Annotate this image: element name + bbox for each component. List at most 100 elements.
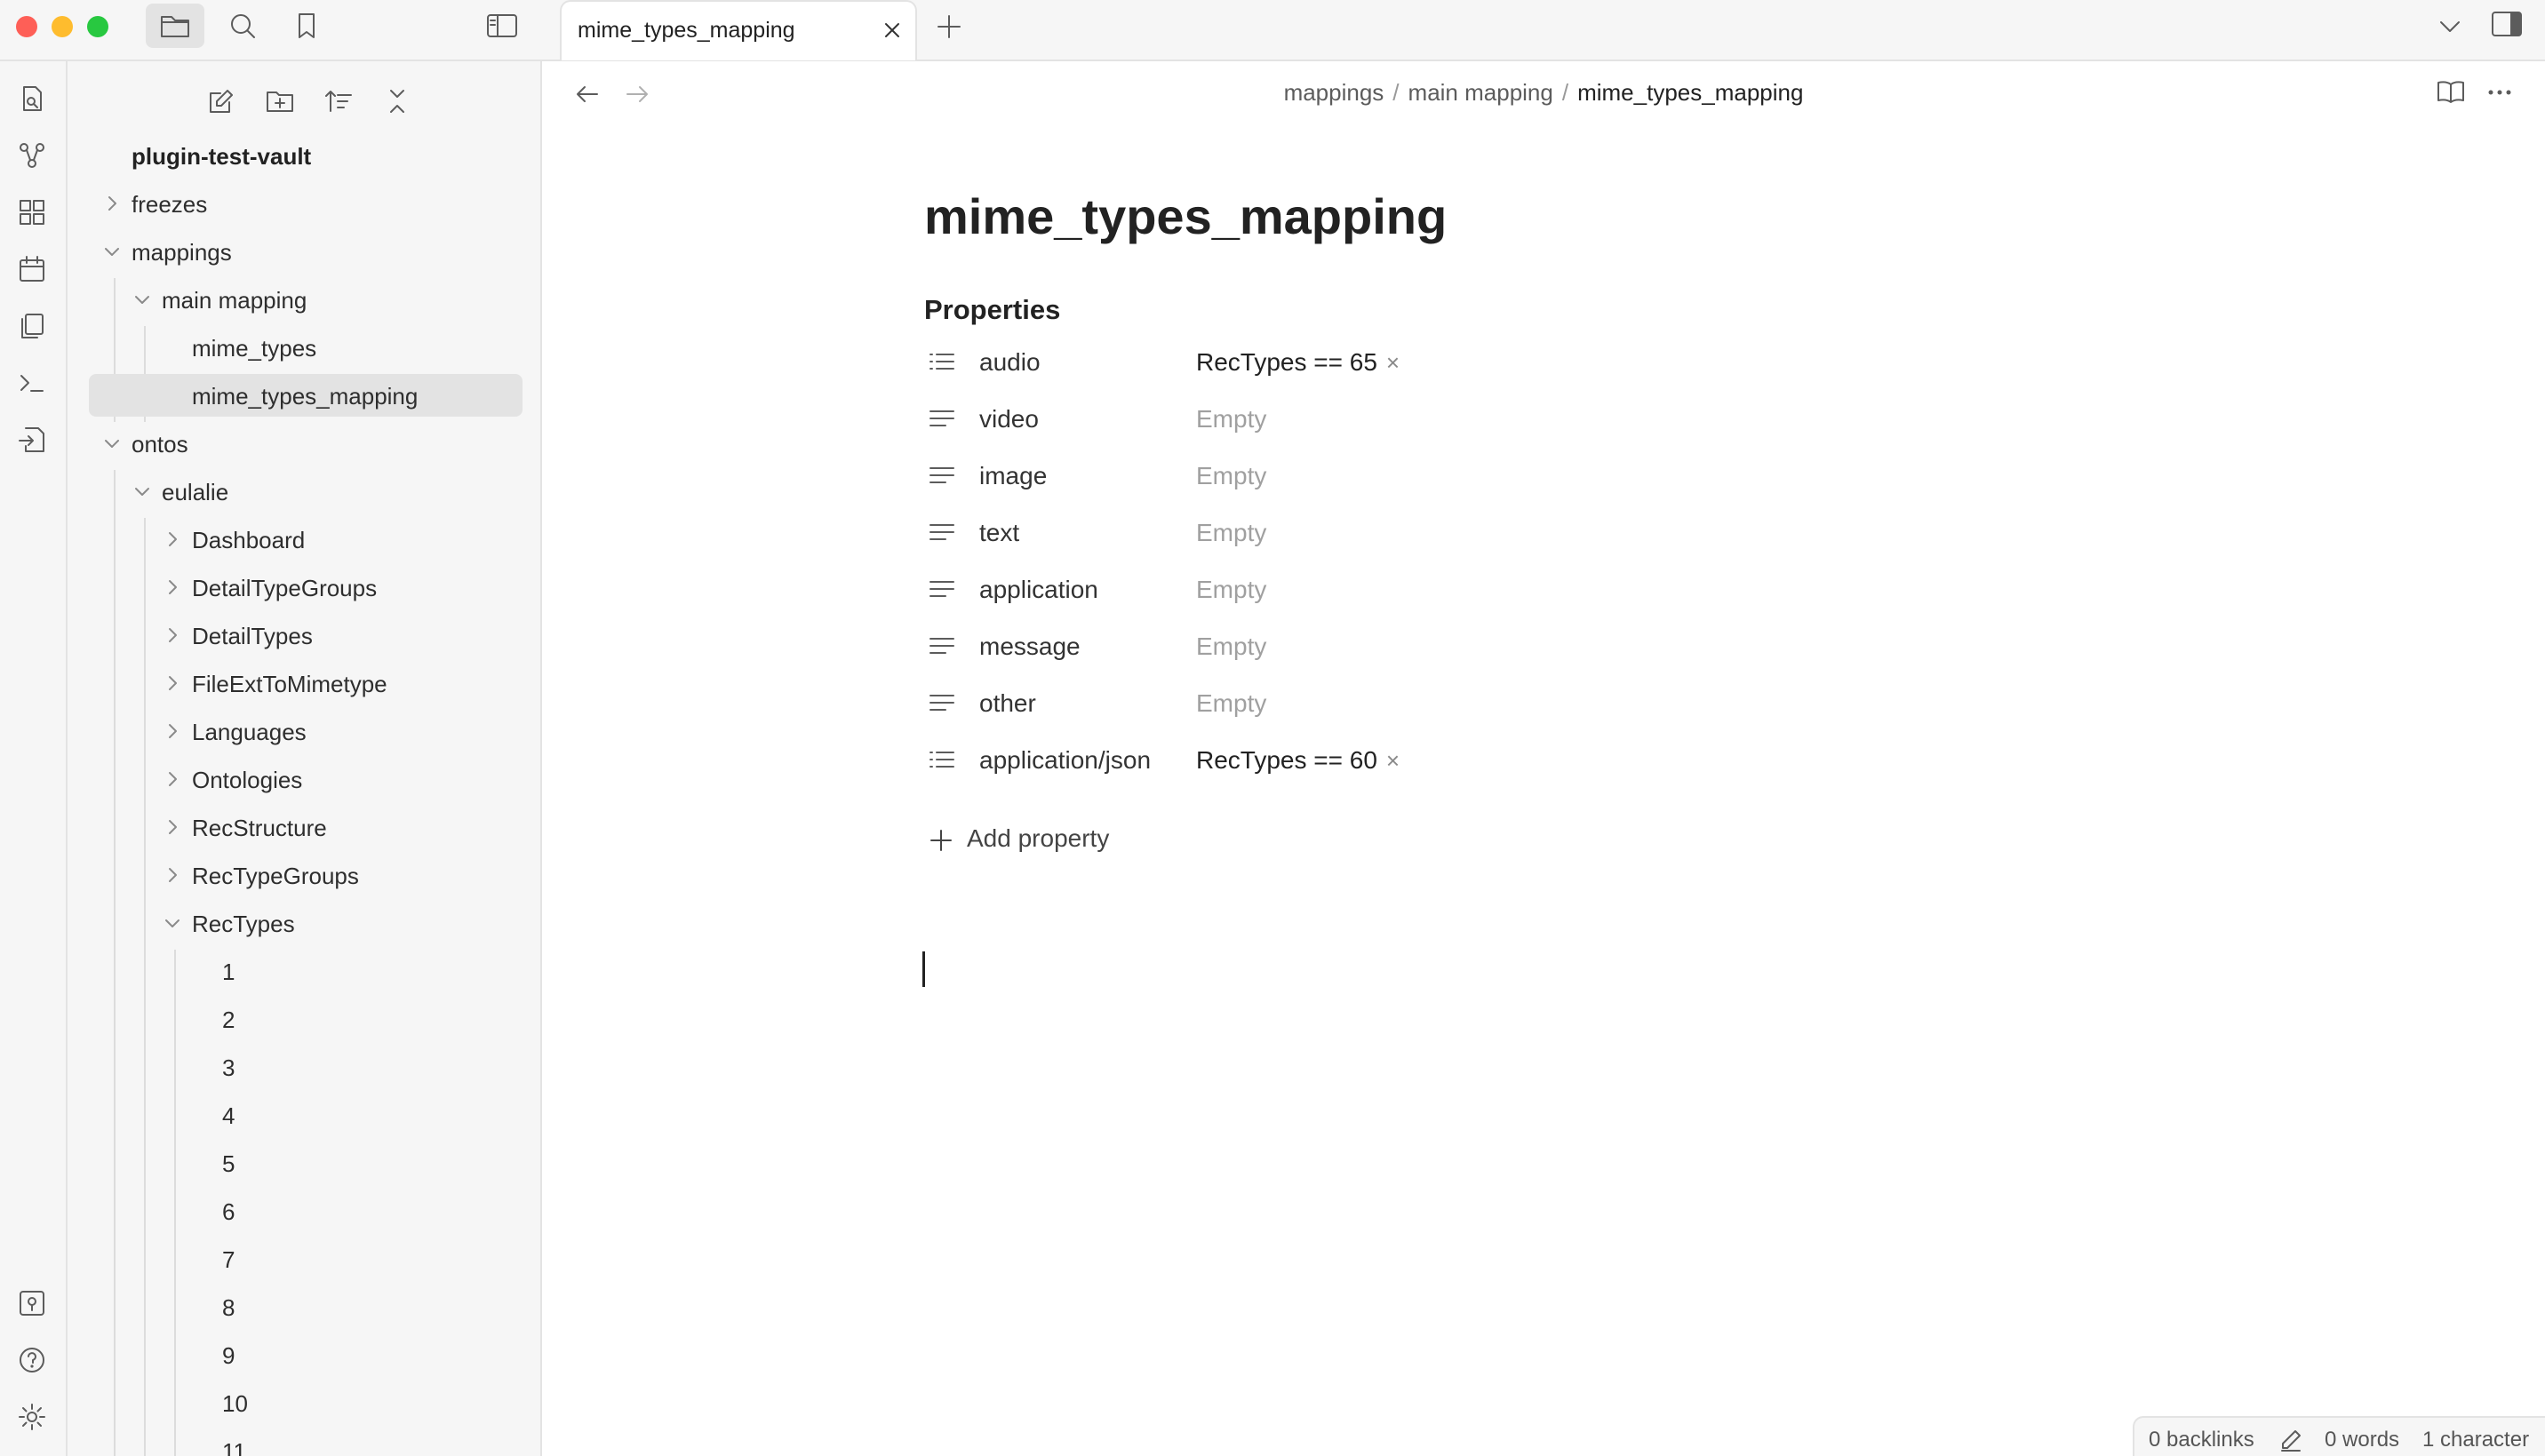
tree-folder[interactable]: FileExtToMimetype [68, 662, 540, 704]
tree-file[interactable]: 7 [68, 1237, 540, 1280]
tree-file[interactable]: 4 [68, 1094, 540, 1136]
tree-folder[interactable]: main mapping [68, 278, 540, 321]
window-maximize-button[interactable] [87, 16, 108, 37]
files-view-button[interactable] [146, 4, 204, 48]
list-property-icon[interactable] [928, 349, 956, 374]
property-value-empty[interactable]: Empty [1196, 405, 1266, 434]
property-row[interactable]: video Empty [924, 394, 1546, 443]
chevron-right-icon[interactable] [162, 529, 183, 550]
chevron-right-icon[interactable] [162, 768, 183, 790]
tree-folder[interactable]: freezes [68, 182, 540, 225]
chevron-right-icon[interactable] [162, 816, 183, 838]
tree-file[interactable]: 2 [68, 998, 540, 1040]
property-key[interactable]: audio [979, 348, 1041, 377]
ribbon-templates[interactable] [12, 306, 52, 346]
property-value-pill[interactable]: RecTypes == 60 × [1196, 746, 1400, 775]
property-key[interactable]: application/json [979, 746, 1151, 775]
vault-name[interactable]: plugin-test-vault [132, 143, 311, 171]
toggle-right-sidebar-button[interactable] [2490, 9, 2524, 39]
property-row[interactable]: audio RecTypes == 65 × [924, 337, 1546, 386]
remove-value-button[interactable]: × [1386, 747, 1400, 775]
window-minimize-button[interactable] [52, 16, 73, 37]
property-row[interactable]: application/json RecTypes == 60 × [924, 735, 1546, 784]
ribbon-help[interactable] [12, 1341, 52, 1380]
property-value-empty[interactable]: Empty [1196, 689, 1266, 718]
property-key[interactable]: image [979, 462, 1047, 490]
ribbon-vault-switcher[interactable] [12, 1284, 52, 1323]
tree-folder[interactable]: RecStructure [68, 806, 540, 848]
property-value-empty[interactable]: Empty [1196, 519, 1266, 547]
breadcrumb-item[interactable]: main mapping [1408, 79, 1553, 106]
change-sort-order-button[interactable] [318, 81, 359, 122]
chevron-right-icon[interactable] [162, 625, 183, 646]
text-property-icon[interactable] [928, 406, 956, 431]
tree-folder[interactable]: ontos [68, 422, 540, 465]
chevron-right-icon[interactable] [101, 193, 123, 214]
tree-folder[interactable]: Languages [68, 710, 540, 752]
properties-heading[interactable]: Properties [924, 294, 1060, 326]
property-key[interactable]: text [979, 519, 1019, 547]
tree-file[interactable]: 9 [68, 1333, 540, 1376]
property-value-empty[interactable]: Empty [1196, 633, 1266, 661]
tree-file[interactable]: 10 [68, 1381, 540, 1424]
more-options-button[interactable] [2485, 77, 2515, 107]
text-property-icon[interactable] [928, 690, 956, 715]
new-tab-button[interactable] [933, 11, 965, 43]
property-value-pill[interactable]: RecTypes == 65 × [1196, 348, 1400, 377]
tree-file[interactable]: 1 [68, 950, 540, 992]
tree-file[interactable]: 11 [68, 1429, 540, 1456]
tree-file[interactable]: 5 [68, 1142, 540, 1184]
ribbon-command-palette[interactable] [12, 363, 52, 402]
chevron-down-icon[interactable] [132, 289, 153, 310]
chevron-down-icon[interactable] [101, 241, 123, 262]
tree-file[interactable]: 8 [68, 1285, 540, 1328]
ribbon-import[interactable] [12, 420, 52, 459]
add-property-button[interactable]: Add property [928, 816, 1159, 861]
tree-file[interactable]: 3 [68, 1046, 540, 1088]
text-property-icon[interactable] [928, 520, 956, 545]
chevron-right-icon[interactable] [162, 720, 183, 742]
tree-folder[interactable]: eulalie [68, 470, 540, 513]
text-property-icon[interactable] [928, 577, 956, 601]
tree-folder[interactable]: Ontologies [68, 758, 540, 800]
tree-folder[interactable]: RecTypeGroups [68, 854, 540, 896]
window-close-button[interactable] [16, 16, 37, 37]
text-property-icon[interactable] [928, 633, 956, 658]
bookmarks-view-button[interactable] [277, 4, 336, 48]
chevron-down-icon[interactable] [162, 912, 183, 934]
toggle-left-sidebar-button[interactable] [473, 4, 531, 48]
property-value-empty[interactable]: Empty [1196, 462, 1266, 490]
chevron-down-icon[interactable] [132, 481, 153, 502]
property-row[interactable]: text Empty [924, 507, 1546, 557]
reading-view-toggle[interactable] [2435, 77, 2467, 107]
property-row[interactable]: message Empty [924, 621, 1546, 671]
ribbon-daily-note[interactable] [12, 250, 52, 289]
search-view-button[interactable] [213, 4, 272, 48]
breadcrumb-item[interactable]: mappings [1284, 79, 1384, 106]
ribbon-canvas[interactable] [12, 193, 52, 232]
tree-folder[interactable]: Dashboard [68, 518, 540, 561]
tree-folder[interactable]: mappings [68, 230, 540, 273]
ribbon-settings[interactable] [12, 1397, 52, 1436]
remove-value-button[interactable]: × [1386, 349, 1400, 377]
tree-folder[interactable]: DetailTypeGroups [68, 566, 540, 609]
property-key[interactable]: video [979, 405, 1039, 434]
property-value-empty[interactable]: Empty [1196, 576, 1266, 604]
tab-mime-types-mapping[interactable]: mime_types_mapping [560, 0, 917, 60]
chevron-right-icon[interactable] [162, 577, 183, 598]
tree-file[interactable]: 6 [68, 1189, 540, 1232]
new-note-button[interactable] [201, 81, 242, 122]
tree-file[interactable]: mime_types_mapping [89, 374, 523, 417]
chevron-down-icon[interactable] [101, 433, 123, 454]
property-row[interactable]: application Empty [924, 564, 1546, 614]
ribbon-quick-switcher[interactable] [12, 79, 52, 118]
text-property-icon[interactable] [928, 463, 956, 488]
property-key[interactable]: message [979, 633, 1081, 661]
ribbon-graph-view[interactable] [12, 136, 52, 175]
property-row[interactable]: image Empty [924, 450, 1546, 500]
chevron-right-icon[interactable] [162, 864, 183, 886]
tree-file[interactable]: mime_types [68, 326, 540, 369]
tree-folder[interactable]: RecTypes [68, 902, 540, 944]
new-folder-button[interactable] [259, 81, 300, 122]
editing-mode-button[interactable] [2278, 1428, 2303, 1452]
